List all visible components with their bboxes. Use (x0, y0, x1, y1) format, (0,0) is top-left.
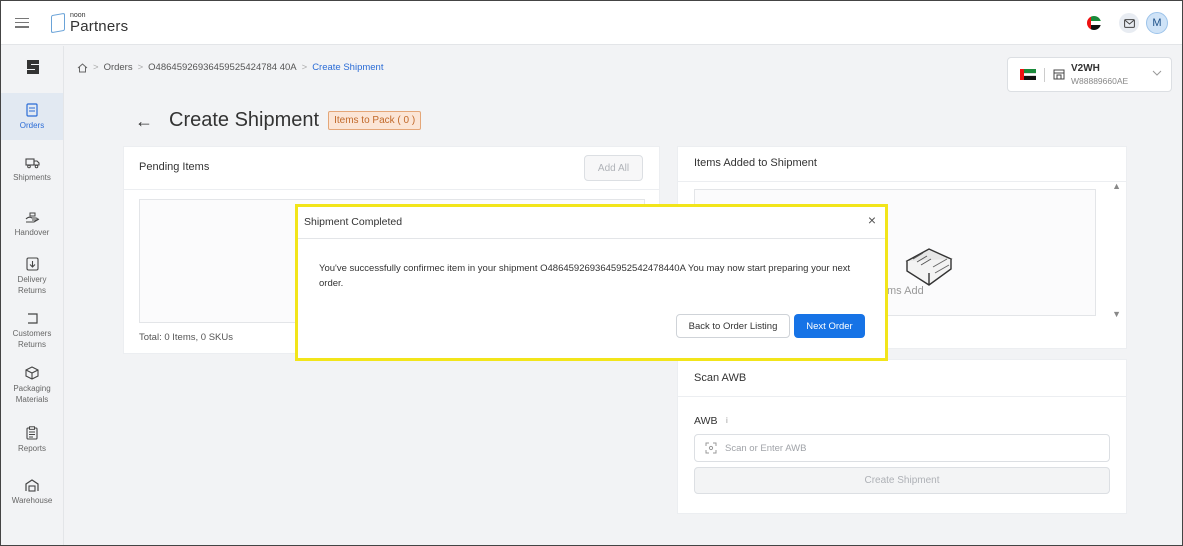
scroll-up-arrow-icon[interactable]: ▲ (1112, 181, 1121, 191)
close-icon[interactable]: × (868, 213, 876, 227)
create-shipment-button[interactable]: Create Shipment (694, 467, 1110, 494)
noon-partners-logo[interactable]: noon Partners (51, 12, 128, 34)
uae-flag-icon[interactable] (1087, 16, 1101, 30)
app-window: noon Partners M Orders Shipments Handove (0, 0, 1183, 546)
pending-total: Total: 0 Items, 0 SKUs (139, 332, 233, 343)
sidebar-item-label: Customers Returns (12, 329, 52, 349)
items-to-pack-badge: Items to Pack ( 0 ) (328, 111, 422, 130)
warehouse-code: W88889660AE (1071, 75, 1129, 86)
shipment-completed-modal: Shipment Completed × You've successfully… (298, 207, 885, 358)
chevron-down-icon (1152, 70, 1162, 76)
user-avatar[interactable]: M (1146, 12, 1168, 34)
breadcrumb-current: Create Shipment (312, 62, 384, 73)
items-added-title: Items Added to Shipment (694, 157, 817, 169)
awb-input[interactable] (725, 442, 1095, 454)
sidebar-item-handover[interactable]: Handover (1, 212, 63, 238)
sidebar-item-delivery-returns[interactable]: Delivery Returns (1, 257, 63, 296)
scroll-down-arrow-icon[interactable]: ▼ (1112, 309, 1121, 319)
sidebar-item-shipments[interactable]: Shipments (1, 157, 63, 183)
modal-title: Shipment Completed (304, 216, 403, 228)
reports-icon (26, 426, 38, 440)
pending-items-title: Pending Items (139, 161, 210, 173)
breadcrumb-separator: > (137, 62, 144, 73)
handover-icon (25, 212, 39, 223)
menu-icon[interactable] (15, 17, 29, 28)
divider (1044, 67, 1045, 82)
sidebar-item-label: Reports (17, 444, 46, 453)
back-to-order-listing-button[interactable]: Back to Order Listing (676, 314, 790, 338)
page-title: Create Shipment (169, 109, 320, 131)
awb-input-wrapper (694, 434, 1110, 462)
top-bar: noon Partners M (1, 1, 1182, 45)
sidebar-item-customers-returns[interactable]: Customers Returns (1, 312, 63, 350)
warehouse-icon (25, 479, 39, 492)
breadcrumb-separator: > (93, 62, 99, 73)
scan-awb-panel: Scan AWB AWB i Create Shipment (677, 359, 1127, 514)
awb-label: AWB (694, 415, 718, 427)
home-icon[interactable] (77, 62, 88, 73)
sidebar-item-label: Handover (14, 228, 50, 237)
modal-highlight: Shipment Completed × You've successfully… (295, 204, 888, 361)
truck-icon (24, 158, 40, 169)
store-icon (1053, 69, 1065, 80)
divider (678, 181, 1126, 182)
orders-icon (26, 103, 38, 117)
sidebar: Orders Shipments Handover Delivery Retur… (1, 46, 64, 545)
warehouse-selector[interactable]: V2WH W88889660AE (1007, 57, 1172, 92)
logo-big-text: Partners (70, 17, 129, 35)
divider (124, 189, 659, 190)
breadcrumb-order-id[interactable]: O48645926936459525424784 40A (148, 62, 296, 73)
sidebar-item-reports[interactable]: Reports (1, 426, 63, 454)
add-all-button[interactable]: Add All (584, 155, 643, 181)
scan-icon (705, 442, 717, 454)
uae-flag-icon (1020, 69, 1036, 80)
warehouse-name: V2WH (1071, 62, 1100, 74)
mail-icon[interactable] (1119, 13, 1139, 33)
items-added-empty-text: ms Add (887, 285, 924, 297)
delivery-returns-icon (25, 257, 39, 271)
divider (298, 238, 885, 239)
breadcrumb-separator: > (301, 62, 308, 73)
back-arrow-icon[interactable]: ← (135, 112, 153, 130)
brand-s-icon (27, 60, 39, 74)
divider (678, 396, 1126, 397)
package-icon (25, 366, 39, 380)
breadcrumb-orders[interactable]: Orders (104, 62, 133, 73)
sidebar-item-label: Orders (19, 121, 45, 130)
logo-mark-icon (51, 12, 65, 33)
page-title-row: ← Create Shipment Items to Pack ( 0 ) (135, 109, 422, 132)
next-order-button[interactable]: Next Order (794, 314, 865, 338)
sidebar-item-label: Delivery Returns (17, 275, 47, 295)
sidebar-item-packaging-materials[interactable]: Packaging Materials (1, 366, 63, 405)
scan-awb-title: Scan AWB (694, 372, 747, 384)
sidebar-item-label: Shipments (13, 173, 51, 182)
sidebar-item-orders[interactable]: Orders (1, 93, 63, 140)
breadcrumb: > Orders > O48645926936459525424784 40A … (77, 62, 383, 73)
sidebar-item-warehouse[interactable]: Warehouse (1, 479, 63, 506)
modal-message: You've successfully confirmec item in yo… (319, 263, 851, 289)
sidebar-item-label: Warehouse (11, 496, 53, 505)
info-icon[interactable]: i (726, 416, 728, 425)
customer-returns-icon (27, 313, 38, 324)
sidebar-item-label: Packaging Materials (13, 384, 51, 404)
